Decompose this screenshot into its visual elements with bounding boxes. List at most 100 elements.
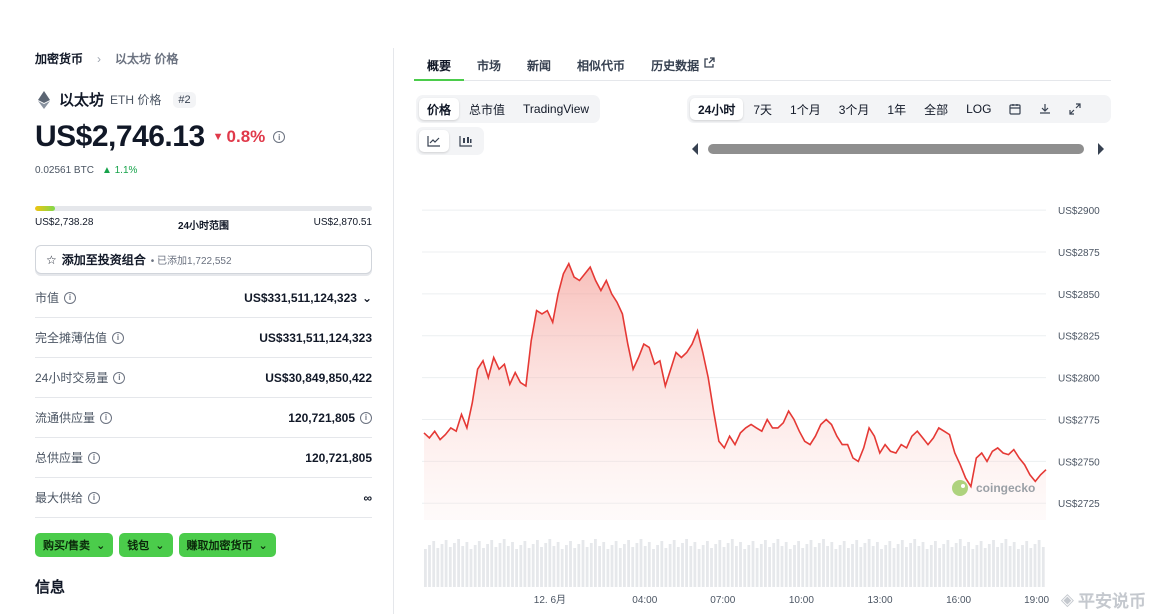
volume-bar: [921, 542, 925, 587]
volume-bar: [652, 549, 655, 587]
volume-bar: [726, 543, 730, 587]
volume-bar: [909, 543, 912, 587]
portfolio-label: 添加至投资组合: [61, 253, 146, 267]
volume-bar: [614, 541, 618, 587]
range-24h[interactable]: 24小时: [690, 98, 744, 120]
x-tick-label: 10:00: [789, 595, 814, 606]
price-area-fill: [424, 263, 1046, 520]
stat-row: 完全摊薄估值 i US$331,511,124,323: [35, 318, 372, 358]
stat-label-text: 流通供应量: [35, 411, 96, 425]
tab-news[interactable]: 新闻: [514, 48, 564, 81]
range-all[interactable]: 全部: [916, 98, 956, 120]
info-icon[interactable]: i: [64, 291, 77, 304]
volume-bar: [772, 543, 776, 587]
volume-bar: [685, 539, 688, 587]
scroll-thumb[interactable]: [708, 144, 1084, 154]
volume-bar: [759, 544, 763, 587]
volume-bar: [444, 540, 448, 587]
info-icon[interactable]: i: [112, 331, 125, 344]
volume-bar: [793, 545, 796, 587]
volume-bar: [424, 549, 427, 587]
breadcrumb-root-link[interactable]: 加密货币: [35, 50, 83, 67]
scroll-right-arrow[interactable]: [1098, 143, 1104, 155]
tab-markets[interactable]: 市场: [464, 48, 514, 81]
mode-market-cap[interactable]: 总市值: [461, 98, 513, 120]
mode-price[interactable]: 价格: [419, 98, 460, 120]
info-icon[interactable]: i: [113, 371, 126, 384]
stat-value: US$331,511,124,323: [259, 331, 372, 345]
earn-label: 赚取加密货币: [186, 540, 253, 552]
price-change: ▼ 0.8%: [213, 127, 266, 147]
current-price: US$2,746.13: [35, 120, 205, 153]
volume-bar: [627, 540, 630, 587]
coin-header: 以太坊 ETH 价格 #2: [35, 89, 196, 110]
tab-historical-data[interactable]: 历史数据: [638, 48, 728, 81]
volume-bar: [730, 539, 734, 587]
range-7d[interactable]: 7天: [745, 98, 780, 120]
ethereum-logo-icon: [35, 90, 53, 109]
tab-overview[interactable]: 概要: [414, 48, 465, 81]
range-1y[interactable]: 1年: [879, 98, 914, 120]
volume-bar: [428, 545, 431, 587]
volume-bar: [469, 549, 473, 587]
info-icon[interactable]: i: [88, 451, 101, 464]
volume-bar: [851, 544, 854, 587]
volume-bar: [536, 540, 539, 587]
price-chart[interactable]: US$2900 US$2875 US$2850 US$2825 US$2800 US$27…: [414, 180, 1114, 610]
y-tick-label: US$2850: [1058, 290, 1100, 301]
volume-bar: [1033, 544, 1037, 587]
btc-change-value: 1.1%: [114, 165, 138, 176]
volume-bar: [826, 546, 829, 587]
x-tick-label: 16:00: [946, 595, 971, 606]
wallet-button[interactable]: 钱包 ⌄: [119, 533, 173, 557]
range-3m[interactable]: 3个月: [831, 98, 878, 120]
volume-bar: [506, 546, 510, 587]
chevron-down-icon[interactable]: ⌄: [362, 291, 372, 305]
volume-bar: [784, 542, 788, 587]
volume-bar: [967, 542, 970, 587]
volume-bar: [710, 548, 713, 587]
add-to-portfolio-button[interactable]: ☆ 添加至投资组合 • 已添加1,722,552: [35, 245, 372, 274]
chevron-down-icon: ⌄: [155, 539, 165, 552]
download-button[interactable]: [1031, 98, 1059, 120]
volume-bar: [992, 540, 995, 587]
volume-bar: [871, 546, 875, 587]
stat-row: 总供应量 i 120,721,805: [35, 438, 372, 478]
tab-similar-coins[interactable]: 相似代币: [564, 48, 638, 81]
earn-crypto-button[interactable]: 赚取加密货币 ⌄: [178, 533, 276, 557]
mode-tradingview[interactable]: TradingView: [515, 98, 597, 120]
range-1m[interactable]: 1个月: [782, 98, 829, 120]
volume-bar: [618, 548, 622, 587]
stat-label: 市值 i: [35, 289, 77, 306]
stat-value: 120,721,805 i: [288, 411, 372, 425]
volume-bar: [838, 545, 842, 587]
info-icon[interactable]: i: [88, 491, 101, 504]
range-log[interactable]: LOG: [958, 98, 999, 120]
volume-bar: [768, 547, 771, 587]
volume-bar: [1029, 548, 1033, 587]
volume-bar: [668, 544, 672, 587]
info-icon[interactable]: i: [360, 411, 372, 424]
candlestick-chart-button[interactable]: [451, 130, 481, 152]
line-chart-button[interactable]: [419, 130, 449, 152]
info-icon[interactable]: i: [100, 411, 113, 424]
volume-bar: [751, 541, 755, 587]
y-tick-label: US$2800: [1058, 374, 1100, 385]
volume-bar: [602, 542, 606, 587]
chevron-down-icon: ⌄: [258, 539, 268, 552]
volume-bar: [448, 547, 452, 587]
x-tick-label: 19:00: [1024, 595, 1049, 606]
scroll-left-arrow[interactable]: [692, 143, 698, 155]
chart-type-toggle: [416, 127, 484, 155]
buy-sell-button[interactable]: 购买/售卖 ⌄: [35, 533, 114, 557]
calendar-button[interactable]: [1001, 98, 1029, 120]
volume-bar: [610, 545, 614, 587]
candlestick-icon: [459, 136, 472, 147]
star-icon: ☆: [46, 252, 57, 267]
volume-bar: [606, 549, 610, 587]
stat-value-text: ∞: [363, 490, 372, 505]
x-tick-label: 07:00: [710, 595, 735, 606]
fullscreen-button[interactable]: [1061, 98, 1089, 120]
info-icon[interactable]: i: [273, 131, 286, 143]
chart-navigator-scrollbar[interactable]: [690, 142, 1108, 156]
